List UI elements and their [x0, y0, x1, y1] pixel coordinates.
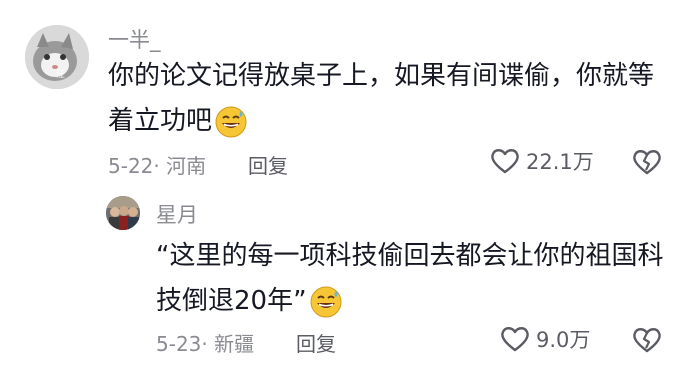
like-button[interactable]: 22.1万 — [490, 146, 594, 176]
heart-outline-icon — [491, 149, 519, 174]
reply-text: “这里的每一项科技偷回去都会让你的祖国科 技倒退20年” — [156, 234, 663, 324]
reply-text-line: “这里的每一项科技偷回去都会让你的祖国科 — [156, 241, 664, 271]
reply-button[interactable]: 回复 — [248, 150, 288, 179]
comment-date-location: 5-22· 河南 — [108, 154, 207, 178]
avatar[interactable]: 汪 — [25, 25, 89, 89]
comment-text-line: 你的论文记得放桌子上，如果有间谍偷，你就等 — [108, 61, 655, 91]
reply-button[interactable]: 回复 — [296, 328, 336, 357]
dislike-button[interactable] — [632, 148, 662, 180]
dislike-button[interactable] — [632, 326, 662, 358]
avatar[interactable] — [106, 196, 140, 230]
like-count: 22.1万 — [526, 150, 594, 174]
reply-text-line: 技倒退20年” — [156, 286, 307, 316]
like-count: 9.0万 — [536, 328, 591, 352]
comment-text-line: 着立功吧 — [108, 106, 213, 136]
avatar-watermark-text: 汪 — [56, 70, 66, 80]
comment-text-line-with-emoji: 着立功吧 — [108, 99, 654, 144]
heart-outline-icon — [501, 327, 529, 352]
grinning-sweat-emoji-icon — [310, 286, 342, 317]
broken-heart-icon — [633, 150, 661, 175]
reply-text-line-with-emoji: 技倒退20年” — [156, 279, 663, 324]
group-photo-avatar-image — [106, 196, 140, 230]
broken-heart-icon — [633, 328, 661, 353]
like-button[interactable]: 9.0万 — [500, 324, 590, 354]
username[interactable]: 星月 — [156, 199, 198, 229]
comment-text: 你的论文记得放桌子上，如果有间谍偷，你就等 着立功吧 — [108, 54, 654, 144]
reply-date-location: 5-23· 新疆 — [156, 332, 255, 356]
username[interactable]: 一半_ — [108, 24, 161, 54]
grinning-sweat-emoji-icon — [215, 106, 247, 137]
